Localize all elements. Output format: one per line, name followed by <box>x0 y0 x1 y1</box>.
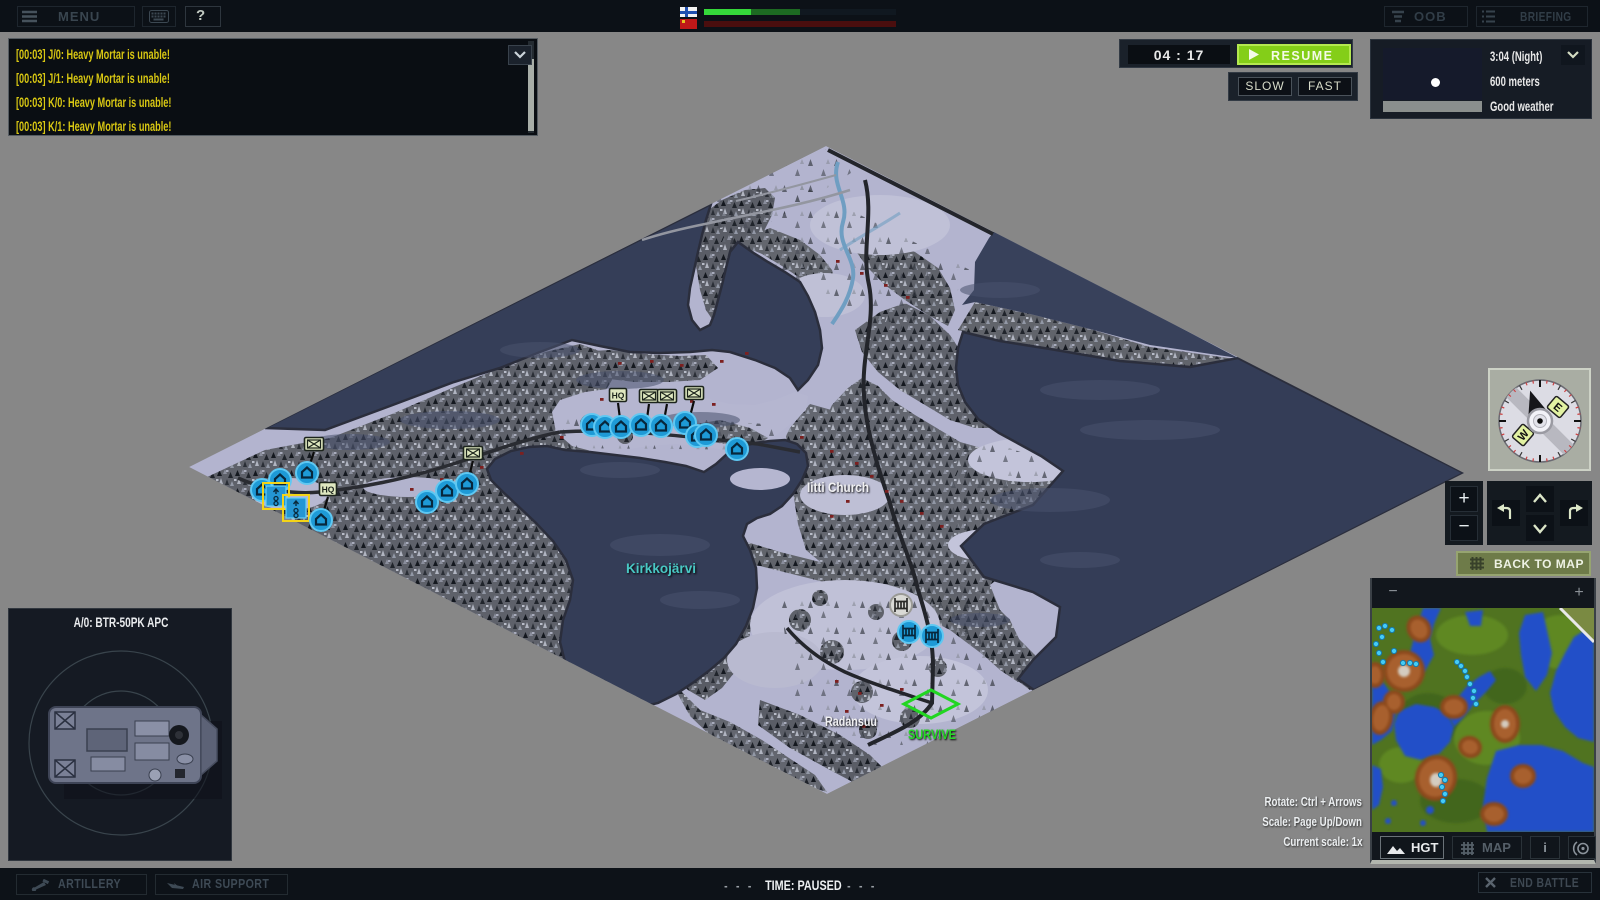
svg-text:SURVIVE: SURVIVE <box>908 727 956 742</box>
svg-text:HQ: HQ <box>612 391 625 401</box>
svg-text:Radansuu: Radansuu <box>825 714 877 729</box>
svg-text:HQ: HQ <box>322 485 335 495</box>
svg-text:Kirkkojärvi: Kirkkojärvi <box>626 561 696 576</box>
svg-text:Iitti Church: Iitti Church <box>807 480 869 495</box>
